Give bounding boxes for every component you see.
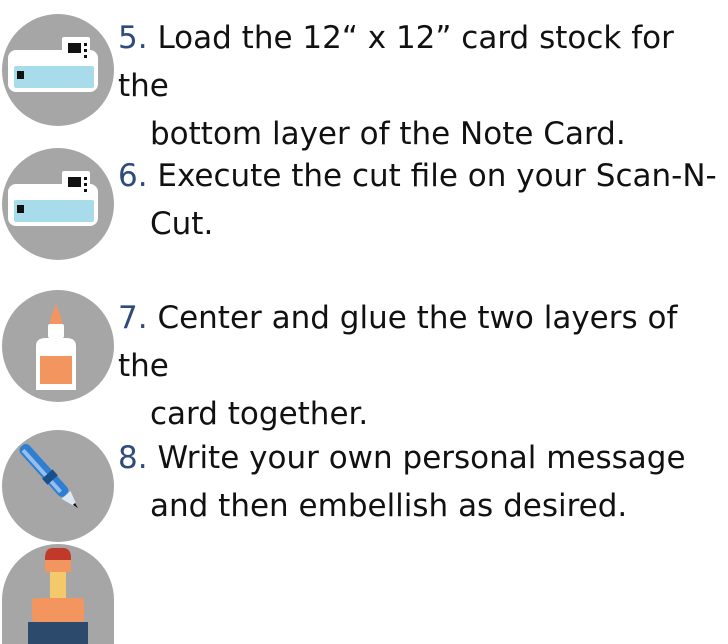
cutting-machine-icon: [2, 14, 114, 126]
cutting-machine-icon: [2, 148, 114, 260]
step-number: 5.: [118, 20, 148, 56]
step-number: 8.: [118, 440, 148, 476]
pen-icon: [2, 430, 114, 542]
step-8-text: 8. Write your own personal message and t…: [118, 440, 686, 524]
step-6-text: 6. Execute the cut file on your Scan-N- …: [118, 158, 717, 242]
step-number: 6.: [118, 158, 148, 194]
stamp-icon: [2, 544, 114, 644]
glue-bottle-icon: [2, 290, 114, 402]
step-number: 7.: [118, 300, 148, 336]
step-7-text: 7. Center and glue the two layers of the…: [118, 300, 678, 432]
step-5-text: 5. Load the 12“ x 12” card stock for the…: [118, 20, 674, 152]
